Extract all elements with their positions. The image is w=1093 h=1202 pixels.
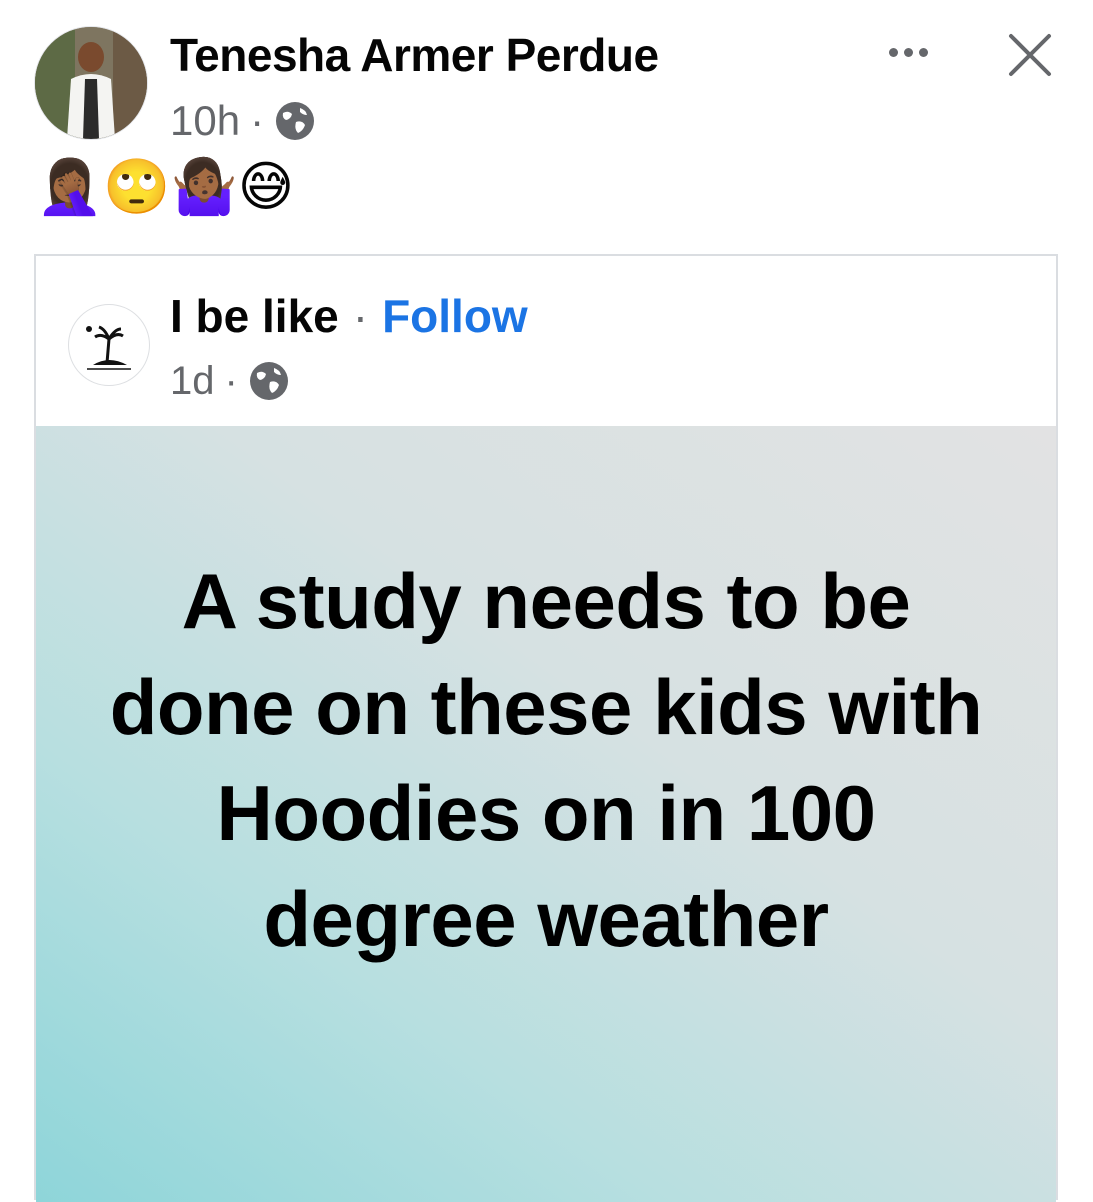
post-header: Tenesha Armer Perdue 10h ·: [0, 0, 1093, 150]
close-button[interactable]: [1005, 30, 1055, 80]
page-name[interactable]: I be like: [170, 289, 339, 343]
more-options-button[interactable]: [880, 32, 936, 72]
author-avatar[interactable]: [34, 26, 148, 140]
more-horizontal-icon-dot: [903, 47, 913, 57]
post-caption: 🤦🏾‍♀️🙄🤷🏾‍♀️😅: [36, 157, 295, 217]
text-post-quote: A study needs to be done on these kids w…: [109, 557, 983, 963]
globe-icon: [274, 100, 316, 142]
shared-post-time[interactable]: 1d: [170, 359, 215, 404]
post-author-name[interactable]: Tenesha Armer Perdue: [170, 28, 659, 82]
text-post-background[interactable]: A study needs to be done on these kids w…: [36, 426, 1056, 1202]
name-separator: ·: [352, 290, 369, 342]
page-name-row: I be like · Follow: [170, 286, 528, 346]
close-icon: [1009, 34, 1051, 76]
post-time[interactable]: 10h: [170, 97, 240, 145]
page-avatar[interactable]: [68, 304, 150, 386]
shared-post-card[interactable]: I be like · Follow 1d · A study needs to…: [34, 254, 1058, 1202]
shared-post-meta: 1d ·: [170, 356, 290, 406]
meta-separator: ·: [250, 97, 265, 144]
more-horizontal-icon-dot: [918, 47, 928, 57]
more-horizontal-icon: [888, 47, 898, 57]
meta-separator: ·: [224, 358, 238, 403]
globe-icon: [248, 360, 290, 402]
post-meta: 10h ·: [170, 96, 316, 146]
follow-button[interactable]: Follow: [382, 289, 528, 343]
